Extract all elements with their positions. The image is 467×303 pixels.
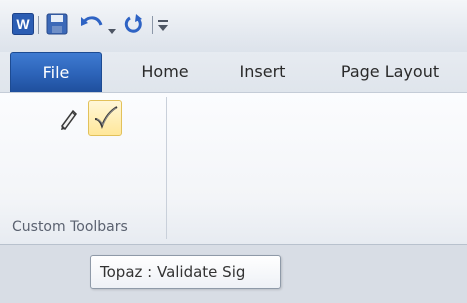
tab-file[interactable]: File (10, 52, 102, 92)
save-icon[interactable] (46, 13, 68, 39)
pencil-icon (58, 106, 80, 134)
redo-icon[interactable] (122, 13, 144, 39)
tooltip: Topaz : Validate Sig (90, 255, 281, 289)
ribbon-tab-bar: File Home Insert Page Layout (0, 52, 467, 92)
group-label-custom-toolbars: Custom Toolbars (12, 219, 128, 235)
svg-text:W: W (16, 16, 30, 32)
undo-icon[interactable] (80, 13, 106, 39)
tab-home[interactable]: Home (130, 52, 200, 92)
pencil-button[interactable] (52, 100, 84, 136)
chevron-down-icon[interactable] (108, 20, 116, 39)
validate-signature-button[interactable] (88, 100, 122, 136)
customize-qat-icon[interactable] (158, 17, 168, 36)
group-divider (166, 97, 167, 239)
tab-page-layout[interactable]: Page Layout (330, 52, 450, 92)
qat-separator (38, 16, 39, 34)
title-bar: W (0, 0, 467, 52)
qat-separator (152, 16, 153, 34)
checkmark-icon (93, 105, 119, 135)
word-icon[interactable]: W (12, 13, 34, 39)
tab-insert[interactable]: Insert (225, 52, 300, 92)
